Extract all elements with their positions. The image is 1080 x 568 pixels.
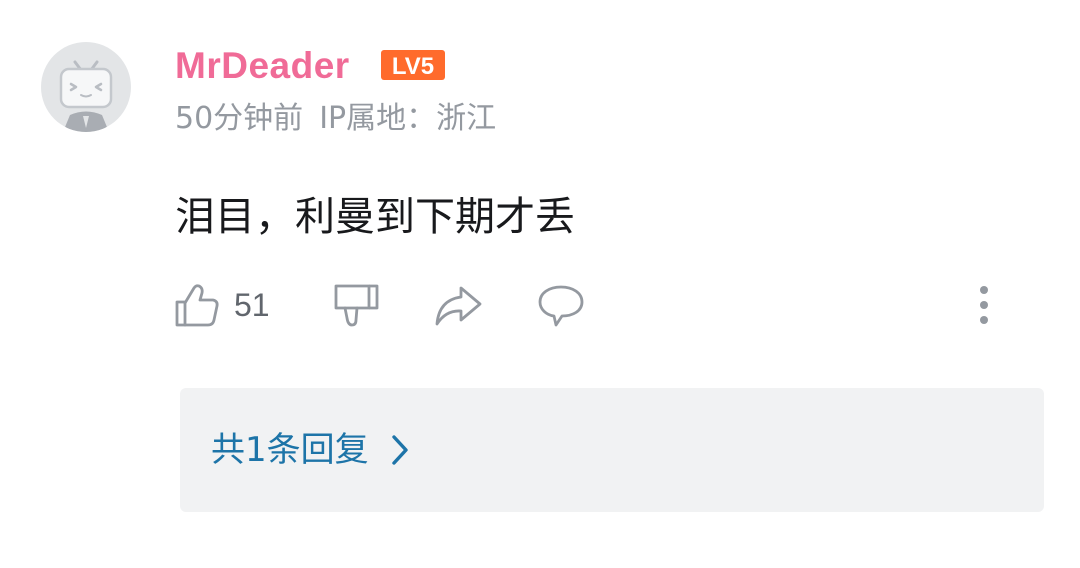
username[interactable]: MrDeader [175,42,350,90]
share-arrow-icon [435,286,482,326]
replies-label: 共1条回复 [211,430,369,470]
replies-box: 共1条回复 [180,388,1044,512]
comment-time: 50分钟前 [175,101,304,136]
share-button[interactable] [434,275,484,335]
like-count: 51 [234,286,270,323]
avatar[interactable] [41,42,131,132]
more-options-button[interactable] [966,275,1002,335]
view-replies-link[interactable]: 共1条回复 [211,426,409,474]
reply-button[interactable] [537,275,585,335]
level-badge: LV5 [380,49,446,81]
level-badge-label: LV5 [392,53,434,80]
speech-bubble-icon [538,285,584,327]
ip-location: IP属地：浙江 [319,101,497,136]
action-bar: 51 [0,275,1080,335]
vertical-ellipsis-icon [980,286,988,324]
chevron-right-icon [391,435,408,465]
default-avatar-icon [59,60,113,132]
like-button[interactable]: 51 [174,275,270,335]
thumbs-up-icon [175,284,219,327]
comment-item: MrDeader LV5 50分钟前 IP属地：浙江 泪目，利曼到下期才丢 51 [0,0,1080,568]
level-badge-icon: LV5 [381,50,445,80]
comment-meta: 50分钟前 IP属地：浙江 [175,99,496,139]
thumbs-down-icon [334,284,379,327]
dislike-button[interactable] [332,275,380,335]
comment-text: 泪目，利曼到下期才丢 [175,194,575,240]
